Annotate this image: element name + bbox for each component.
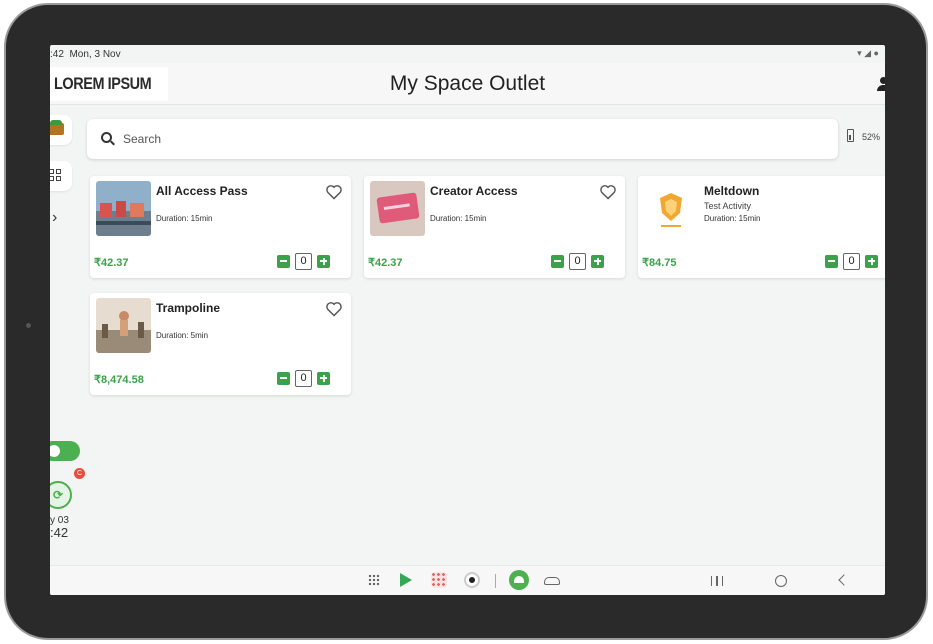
apps-grid-icon[interactable] — [368, 574, 380, 586]
product-name: Trampoline — [156, 301, 221, 315]
product-subtitle: Test Activity — [704, 201, 752, 211]
battery-percent: 52% — [862, 132, 881, 142]
quantity-value[interactable]: 0 — [295, 252, 312, 270]
quantity-stepper: 0 — [277, 252, 330, 270]
product-duration: Duration: 15min — [156, 214, 213, 223]
minus-button[interactable] — [277, 371, 290, 385]
status-bar: :42 Mon, 3 Nov ▾ ◢ ● — [50, 45, 885, 63]
product-duration: Duration: 5min — [156, 331, 209, 340]
product-duration: Duration: 15min — [430, 214, 487, 223]
quantity-value[interactable]: 0 — [295, 369, 312, 387]
app-green-icon[interactable] — [509, 570, 529, 590]
battery-icon — [847, 129, 854, 142]
product-image — [96, 181, 151, 236]
quantity-stepper: 0 — [277, 369, 330, 387]
product-card[interactable]: Meltdown Test Activity Duration: 15min ₹… — [638, 176, 885, 278]
front-camera — [26, 323, 31, 328]
product-name: Meltdown — [704, 184, 760, 198]
plus-button[interactable] — [591, 254, 604, 268]
minus-button[interactable] — [277, 254, 290, 268]
search-icon — [101, 132, 112, 143]
grid-icon[interactable] — [50, 161, 72, 191]
heart-icon[interactable] — [599, 184, 617, 200]
minus-button[interactable] — [551, 254, 564, 268]
quantity-stepper: 0 — [825, 252, 878, 270]
product-image — [644, 181, 699, 236]
quantity-value[interactable]: 0 — [843, 252, 860, 270]
dock-divider — [495, 574, 496, 588]
plus-button[interactable] — [317, 371, 330, 385]
product-name: All Access Pass — [156, 184, 248, 198]
minus-button[interactable] — [825, 254, 838, 268]
heart-icon[interactable] — [325, 184, 343, 200]
page-title: My Space Outlet — [389, 72, 546, 95]
quantity-value[interactable]: 0 — [569, 252, 586, 270]
quantity-stepper: 0 — [551, 252, 604, 270]
recents-icon[interactable] — [711, 576, 723, 586]
chevron-right-icon[interactable]: › — [52, 209, 57, 227]
home-icon[interactable] — [775, 575, 787, 587]
product-price: ₹42.37 — [368, 257, 403, 269]
product-card[interactable]: All Access Pass Duration: 15min ₹42.37 0 — [90, 176, 351, 278]
product-price: ₹84.75 — [642, 257, 677, 269]
product-duration: Duration: 15min — [704, 214, 761, 223]
product-name: Creator Access — [430, 184, 518, 198]
product-card[interactable]: Creator Access Duration: 15min ₹42.37 0 — [364, 176, 625, 278]
heart-icon[interactable] — [325, 301, 343, 317]
app-dots-icon[interactable] — [431, 572, 447, 588]
plus-button[interactable] — [317, 254, 330, 268]
product-image — [96, 298, 151, 353]
app-screen: :42 Mon, 3 Nov ▾ ◢ ● LOREM IPSUM My Spac… — [50, 45, 885, 595]
status-time: :42 Mon, 3 Nov — [50, 49, 121, 60]
product-card[interactable]: Trampoline Duration: 5min ₹8,474.58 0 — [90, 293, 351, 395]
system-nav-bar — [50, 565, 885, 595]
camera-icon[interactable] — [464, 572, 480, 588]
signal-icons: ▾ ◢ ● — [857, 48, 879, 58]
car-icon[interactable] — [544, 577, 560, 585]
notification-badge: C — [74, 468, 85, 479]
product-price: ₹42.37 — [94, 257, 129, 269]
app-header: LOREM IPSUM My Space Outlet — [50, 63, 885, 105]
play-store-icon[interactable] — [400, 573, 412, 587]
product-price: ₹8,474.58 — [94, 374, 144, 386]
mode-toggle[interactable] — [50, 441, 80, 461]
search-bar — [87, 119, 838, 159]
rail-clock: y 03 :42 — [50, 515, 69, 540]
cart-icon[interactable] — [50, 115, 72, 145]
user-icon[interactable] — [877, 77, 885, 91]
search-input[interactable] — [123, 129, 803, 149]
plus-button[interactable] — [865, 254, 878, 268]
back-icon[interactable] — [838, 574, 850, 586]
product-image — [370, 181, 425, 236]
